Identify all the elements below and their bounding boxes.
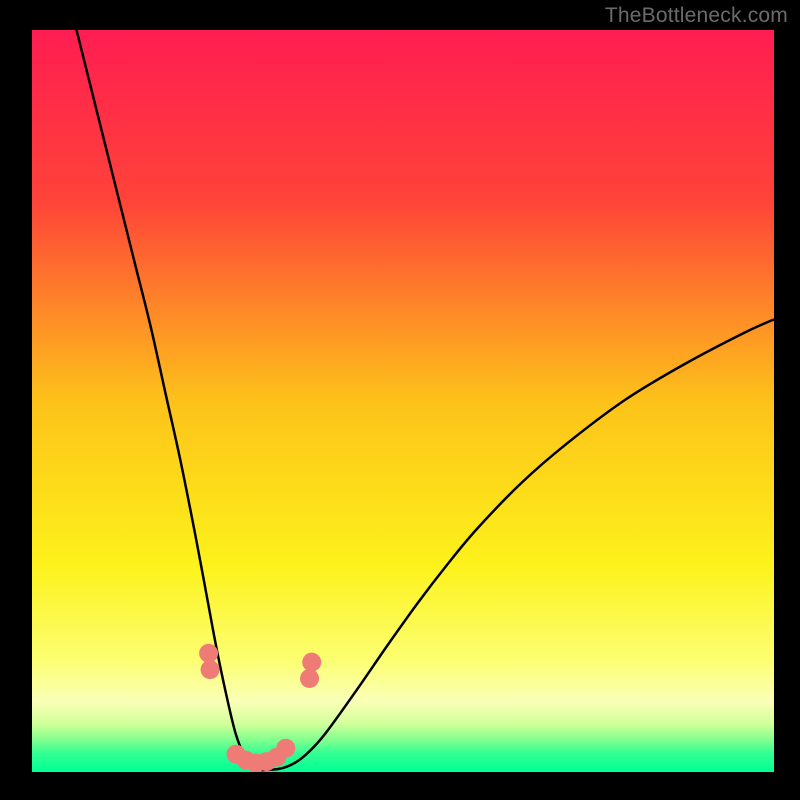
bottleneck-chart	[0, 0, 800, 800]
plot-background	[32, 30, 774, 772]
watermark-text: TheBottleneck.com	[605, 4, 788, 28]
data-marker	[201, 660, 220, 679]
data-marker	[302, 653, 321, 672]
data-marker	[300, 669, 319, 688]
data-marker	[199, 644, 218, 663]
chart-stage: TheBottleneck.com	[0, 0, 800, 800]
data-marker	[276, 739, 295, 758]
